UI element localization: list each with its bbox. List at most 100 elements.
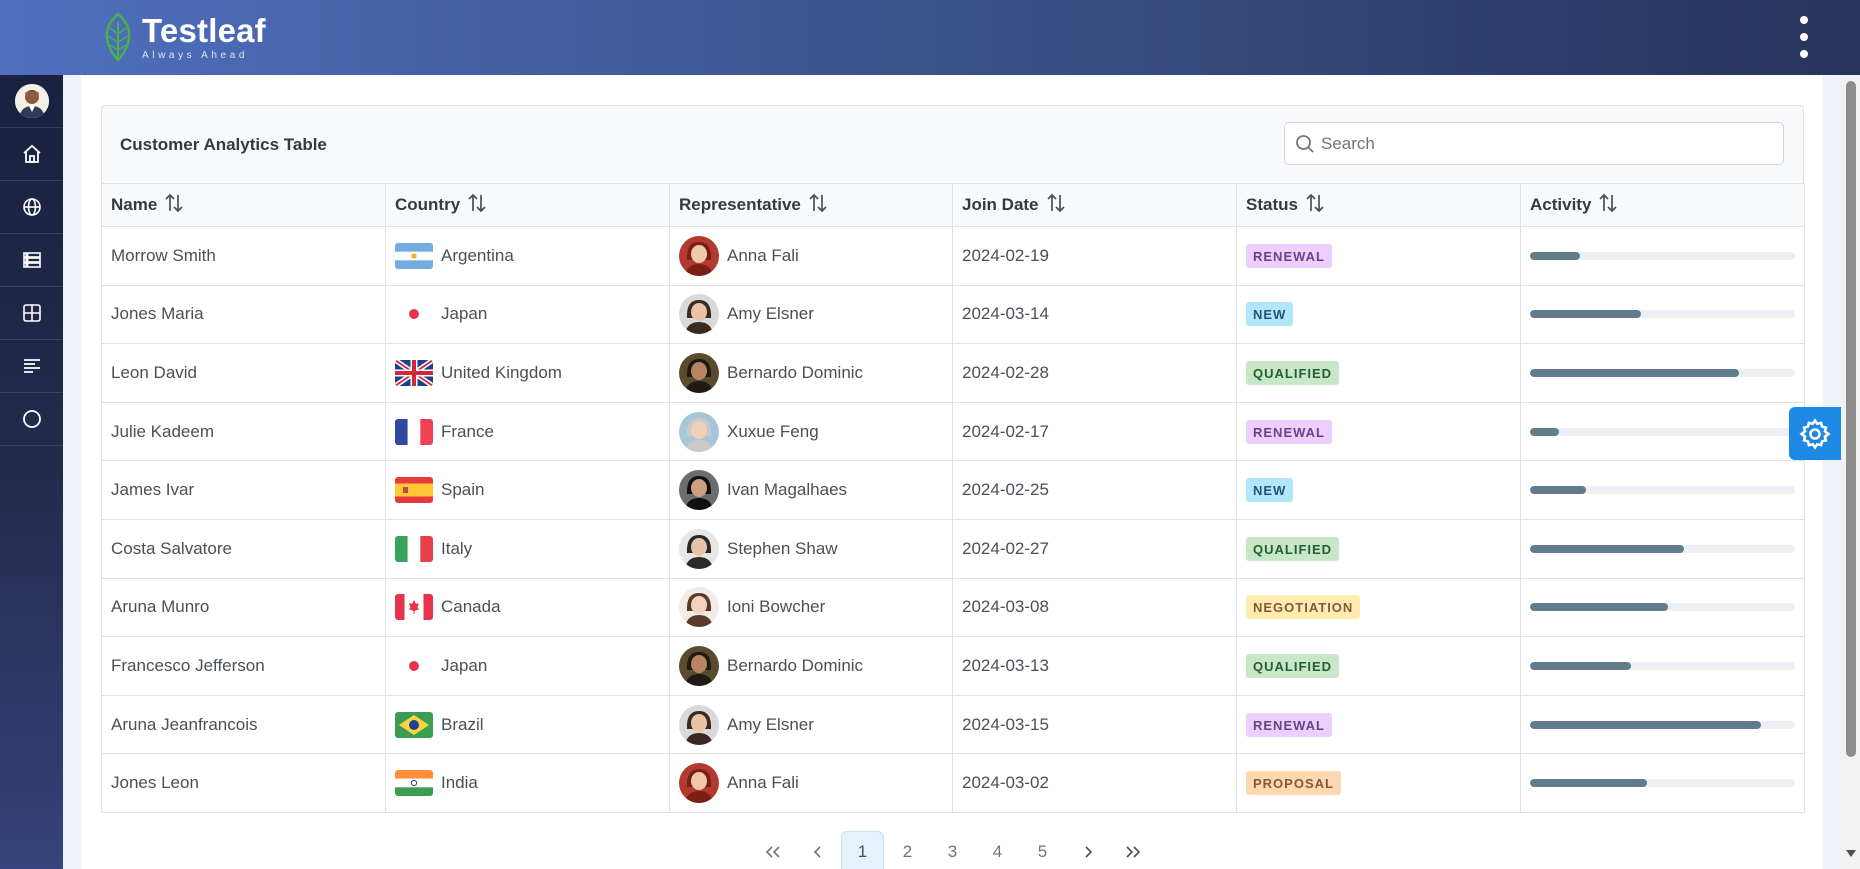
activity-bar-fill xyxy=(1530,427,1560,436)
cell-status: QUALIFIED xyxy=(1236,636,1521,696)
table-row[interactable]: Morrow Smith Argentina Anna Fali 2024-02… xyxy=(101,226,1805,286)
table-row[interactable]: Jones Maria Japan Amy Elsner 2024-03-14 … xyxy=(101,284,1805,345)
page-button-3[interactable]: 3 xyxy=(931,831,974,869)
country-name: Japan xyxy=(441,304,488,324)
page-button-4[interactable]: 4 xyxy=(976,831,1019,869)
prev-page-button[interactable] xyxy=(796,831,839,869)
config-button[interactable] xyxy=(1789,407,1841,460)
cell-representative: Ivan Magalhaes xyxy=(669,460,953,520)
table-row[interactable]: Aruna Munro Canada Ioni Bowcher 2024-03-… xyxy=(101,577,1805,638)
sort-icon[interactable] xyxy=(1046,193,1065,213)
page-scrollbar[interactable] xyxy=(1842,75,1860,869)
cell-name: James Ivar xyxy=(101,460,386,520)
sidebar-item-server[interactable] xyxy=(0,234,63,287)
sort-icon[interactable] xyxy=(1599,193,1618,213)
cell-activity xyxy=(1520,401,1805,462)
table-header-bar: Customer Analytics Table xyxy=(101,105,1804,183)
representative-name: Anna Fali xyxy=(727,245,799,265)
activity-bar-fill xyxy=(1530,720,1761,729)
activity-bar-fill xyxy=(1530,661,1631,670)
table-row[interactable]: Costa Salvatore Italy Stephen Shaw 2024-… xyxy=(101,518,1805,579)
table-row[interactable]: Leon David United Kingdom Bernardo Domin… xyxy=(101,343,1805,403)
sort-icon[interactable] xyxy=(165,193,183,213)
customer-name: Aruna Jeanfrancois xyxy=(111,714,258,734)
table-row[interactable]: Julie Kadeem France Xuxue Feng 2024-02-1… xyxy=(101,401,1805,462)
page-button-1[interactable]: 1 xyxy=(841,830,884,869)
server-icon xyxy=(22,252,41,268)
next-page-button[interactable] xyxy=(1066,831,1109,869)
country-name: United Kingdom xyxy=(441,362,562,382)
representative-name: Stephen Shaw xyxy=(727,538,838,558)
customer-name: Aruna Munro xyxy=(111,597,210,617)
activity-bar xyxy=(1530,603,1795,612)
cell-country: United Kingdom xyxy=(385,343,670,403)
brand-logo[interactable]: Testleaf Always Ahead xyxy=(100,12,266,62)
column-header-label: Join Date xyxy=(962,195,1039,214)
first-page-button[interactable] xyxy=(751,831,794,869)
chevrons-right-icon xyxy=(1125,846,1140,858)
column-header-name[interactable]: Name xyxy=(101,183,386,227)
country-name: Spain xyxy=(441,480,485,500)
representative-name: Xuxue Feng xyxy=(727,421,819,441)
representative-name: Amy Elsner xyxy=(727,304,814,324)
table-row[interactable]: James Ivar Spain Ivan Magalhaes 2024-02-… xyxy=(101,460,1805,520)
table-row[interactable]: Jones Leon India Anna Fali 2024-03-02 PR… xyxy=(101,753,1805,813)
status-badge: QUALIFIED xyxy=(1246,653,1340,678)
country-name: Canada xyxy=(441,597,501,617)
sort-icon[interactable] xyxy=(809,193,827,213)
representative-name: Ivan Magalhaes xyxy=(727,480,848,500)
column-header-join-date[interactable]: Join Date xyxy=(952,183,1237,227)
scrollbar-thumb[interactable] xyxy=(1846,81,1856,757)
chevron-left-icon xyxy=(813,846,821,858)
column-header-representative[interactable]: Representative xyxy=(669,183,953,227)
cell-country: France xyxy=(385,401,670,462)
column-header-country[interactable]: Country xyxy=(385,183,670,227)
flag-icon xyxy=(395,359,433,386)
table-title: Customer Analytics Table xyxy=(120,135,327,154)
sidebar-item-globe[interactable] xyxy=(0,181,63,234)
sort-icon[interactable] xyxy=(468,193,486,213)
table-row[interactable]: Francesco Jefferson Japan Bernardo Domin… xyxy=(101,636,1805,696)
representative-avatar xyxy=(679,645,719,686)
more-menu-icon[interactable] xyxy=(1794,16,1814,58)
sidebar-item-circle[interactable] xyxy=(0,393,63,446)
leaf-logo-icon xyxy=(105,12,131,62)
activity-bar-fill xyxy=(1530,603,1668,612)
paginator: 12345 xyxy=(101,830,1804,869)
flag-icon xyxy=(395,242,433,269)
flag-icon xyxy=(395,418,433,445)
cell-activity xyxy=(1520,284,1805,345)
representative-avatar xyxy=(679,587,719,628)
flag-icon xyxy=(395,477,433,504)
user-avatar xyxy=(14,84,49,118)
join-date: 2024-03-13 xyxy=(962,655,1049,675)
sidebar-item-align-left[interactable] xyxy=(0,340,63,393)
cell-country: Canada xyxy=(385,577,670,638)
cell-join-date: 2024-03-02 xyxy=(952,753,1237,813)
representative-name: Amy Elsner xyxy=(727,714,814,734)
customer-table: Name Country Representative Join Date Status… xyxy=(101,183,1805,813)
cell-representative: Anna Fali xyxy=(669,226,953,286)
table-row[interactable]: Aruna Jeanfrancois Brazil Amy Elsner 202… xyxy=(101,694,1805,755)
cell-representative: Bernardo Dominic xyxy=(669,343,953,403)
representative-name: Ioni Bowcher xyxy=(727,597,826,617)
sidebar-item-grid[interactable] xyxy=(0,287,63,340)
status-badge: RENEWAL xyxy=(1246,712,1332,737)
search-input[interactable] xyxy=(1321,123,1771,164)
column-header-status[interactable]: Status xyxy=(1236,183,1521,227)
page-button-5[interactable]: 5 xyxy=(1021,831,1064,869)
customer-name: Francesco Jefferson xyxy=(111,655,265,675)
representative-name: Bernardo Dominic xyxy=(727,362,864,382)
page-button-2[interactable]: 2 xyxy=(886,831,929,869)
scroll-down-icon[interactable] xyxy=(1846,850,1856,858)
cell-name: Aruna Munro xyxy=(101,577,386,638)
activity-bar-fill xyxy=(1530,486,1586,495)
sidebar-item-profile[interactable] xyxy=(0,75,63,128)
column-header-activity[interactable]: Activity xyxy=(1520,183,1805,227)
last-page-button[interactable] xyxy=(1111,831,1154,869)
column-header-label: Activity xyxy=(1530,195,1592,214)
column-header-label: Name xyxy=(111,195,158,214)
sort-icon[interactable] xyxy=(1306,193,1324,213)
sidebar-item-home[interactable] xyxy=(0,128,63,181)
cell-activity xyxy=(1520,577,1805,638)
